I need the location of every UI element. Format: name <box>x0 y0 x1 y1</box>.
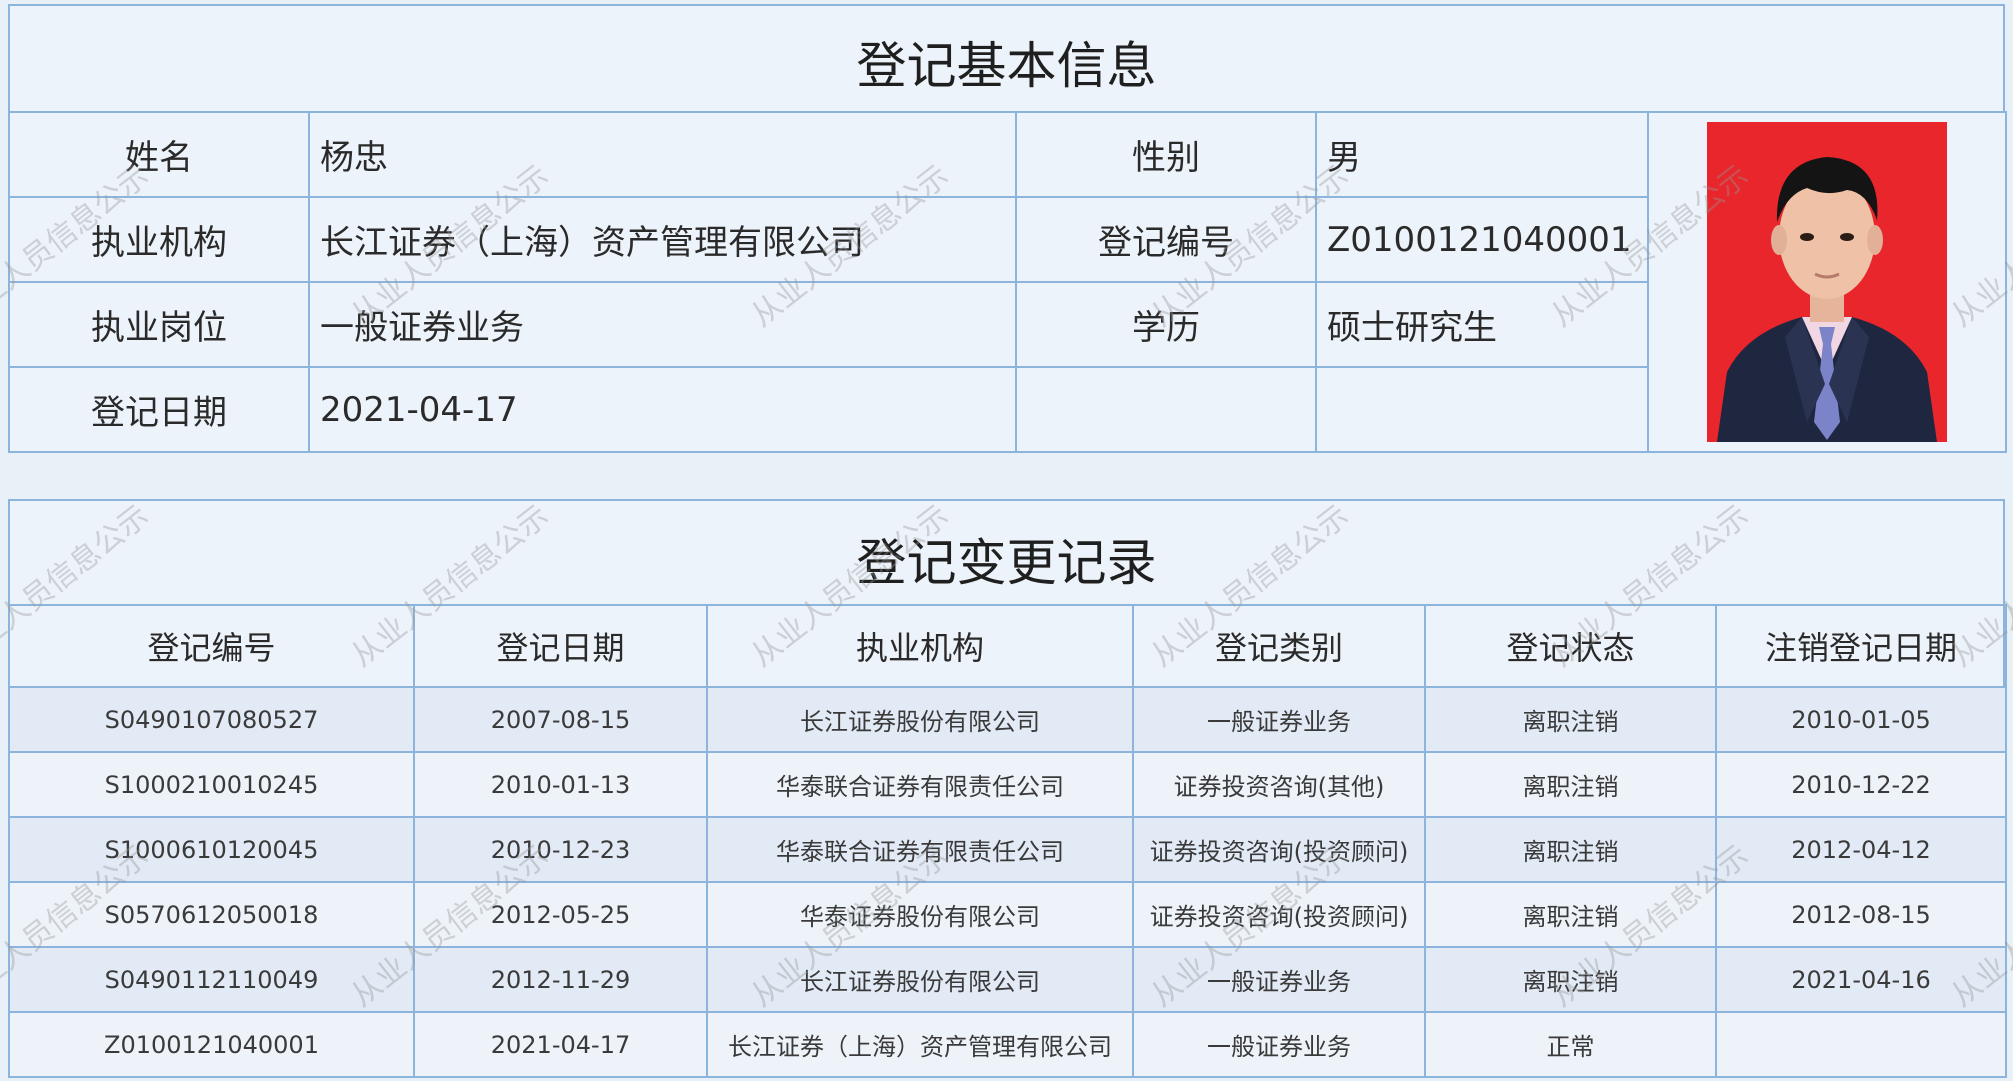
registration-number-value: Z0100121040001 <box>1315 196 1649 283</box>
cell-registration-number: S1000610120045 <box>8 816 415 883</box>
cell-category: 证券投资咨询(其他) <box>1132 751 1426 818</box>
cell-registration-number: S0490107080527 <box>8 686 415 753</box>
cell-deregistration-date: 2021-04-16 <box>1715 946 2007 1013</box>
registration-date-label: 登记日期 <box>8 366 310 453</box>
table-row: S1000610120045 2010-12-23 华泰联合证券有限责任公司 证… <box>8 816 2007 883</box>
cell-registration-date: 2012-11-29 <box>413 946 708 1013</box>
cell-registration-number: S0490112110049 <box>8 946 415 1013</box>
cell-registration-date: 2010-01-13 <box>413 751 708 818</box>
table-row: S0570612050018 2012-05-25 华泰证券股份有限公司 证券投… <box>8 881 2007 948</box>
cell-category: 一般证券业务 <box>1132 1011 1426 1078</box>
basic-info-title: 登记基本信息 <box>856 37 1157 95</box>
name-label: 姓名 <box>8 111 310 198</box>
table-row: S0490107080527 2007-08-15 长江证券股份有限公司 一般证… <box>8 686 2007 753</box>
cell-category: 一般证券业务 <box>1132 946 1426 1013</box>
column-header-registration-number: 登记编号 <box>8 604 415 688</box>
column-header-registration-category: 登记类别 <box>1132 604 1426 688</box>
empty-label <box>1015 366 1317 453</box>
cell-registration-date: 2010-12-23 <box>413 816 708 883</box>
person-portrait-icon <box>1707 122 1947 442</box>
cell-status: 离职注销 <box>1424 946 1717 1013</box>
cell-status: 正常 <box>1424 1011 1717 1078</box>
basic-info-row: 姓名 杨忠 性别 男 <box>8 111 2007 453</box>
cell-category: 一般证券业务 <box>1132 686 1426 753</box>
education-value: 硕士研究生 <box>1315 281 1649 368</box>
cell-status: 离职注销 <box>1424 881 1717 948</box>
change-records-title: 登记变更记录 <box>856 534 1157 592</box>
cell-registration-date: 2021-04-17 <box>413 1011 708 1078</box>
position-value: 一般证券业务 <box>308 281 1017 368</box>
profile-photo <box>1707 122 1947 442</box>
empty-value <box>1315 366 1649 453</box>
cell-category: 证券投资咨询(投资顾问) <box>1132 881 1426 948</box>
gender-value: 男 <box>1315 111 1649 198</box>
table-row: S1000210010245 2010-01-13 华泰联合证券有限责任公司 证… <box>8 751 2007 818</box>
basic-info-table: 姓名 杨忠 性别 男 执业机构 长江证券（上海）资产管理有限公司 登记编号 Z0… <box>8 111 2007 453</box>
position-label: 执业岗位 <box>8 281 310 368</box>
cell-deregistration-date: 2010-01-05 <box>1715 686 2007 753</box>
basic-info-panel: 登记基本信息 姓名 杨忠 性别 男 执业机构 长江证券（上海）资产管理有限公司 … <box>8 4 2007 453</box>
change-records-panel: 登记变更记录 登记编号 登记日期 执业机构 登记类别 登记状态 注销登记日期 S… <box>8 499 2007 1078</box>
column-header-institution: 执业机构 <box>706 604 1134 688</box>
cell-deregistration-date <box>1715 1011 2007 1078</box>
cell-status: 离职注销 <box>1424 686 1717 753</box>
column-header-registration-status: 登记状态 <box>1424 604 1717 688</box>
table-row: S0490112110049 2012-11-29 长江证券股份有限公司 一般证… <box>8 946 2007 1013</box>
change-records-table: 登记编号 登记日期 执业机构 登记类别 登记状态 注销登记日期 S0490107… <box>8 604 2007 1078</box>
cell-deregistration-date: 2012-04-12 <box>1715 816 2007 883</box>
cell-deregistration-date: 2010-12-22 <box>1715 751 2007 818</box>
cell-registration-date: 2007-08-15 <box>413 686 708 753</box>
cell-deregistration-date: 2012-08-15 <box>1715 881 2007 948</box>
photo-cell <box>1647 111 2007 453</box>
cell-registration-number: S1000210010245 <box>8 751 415 818</box>
cell-category: 证券投资咨询(投资顾问) <box>1132 816 1426 883</box>
cell-institution: 华泰联合证券有限责任公司 <box>706 751 1134 818</box>
cell-institution: 长江证券（上海）资产管理有限公司 <box>706 1011 1134 1078</box>
column-header-deregistration-date: 注销登记日期 <box>1715 604 2007 688</box>
cell-institution: 华泰联合证券有限责任公司 <box>706 816 1134 883</box>
cell-institution: 长江证券股份有限公司 <box>706 686 1134 753</box>
cell-registration-number: S0570612050018 <box>8 881 415 948</box>
cell-institution: 华泰证券股份有限公司 <box>706 881 1134 948</box>
name-value: 杨忠 <box>308 111 1017 198</box>
registration-number-label: 登记编号 <box>1015 196 1317 283</box>
column-header-registration-date: 登记日期 <box>413 604 708 688</box>
cell-registration-date: 2012-05-25 <box>413 881 708 948</box>
cell-status: 离职注销 <box>1424 816 1717 883</box>
cell-registration-number: Z0100121040001 <box>8 1011 415 1078</box>
cell-institution: 长江证券股份有限公司 <box>706 946 1134 1013</box>
table-header-row: 登记编号 登记日期 执业机构 登记类别 登记状态 注销登记日期 <box>8 604 2007 688</box>
gender-label: 性别 <box>1015 111 1317 198</box>
institution-label: 执业机构 <box>8 196 310 283</box>
cell-status: 离职注销 <box>1424 751 1717 818</box>
institution-value: 长江证券（上海）资产管理有限公司 <box>308 196 1017 283</box>
registration-date-value: 2021-04-17 <box>308 366 1017 453</box>
table-row: Z0100121040001 2021-04-17 长江证券（上海）资产管理有限… <box>8 1011 2007 1078</box>
education-label: 学历 <box>1015 281 1317 368</box>
